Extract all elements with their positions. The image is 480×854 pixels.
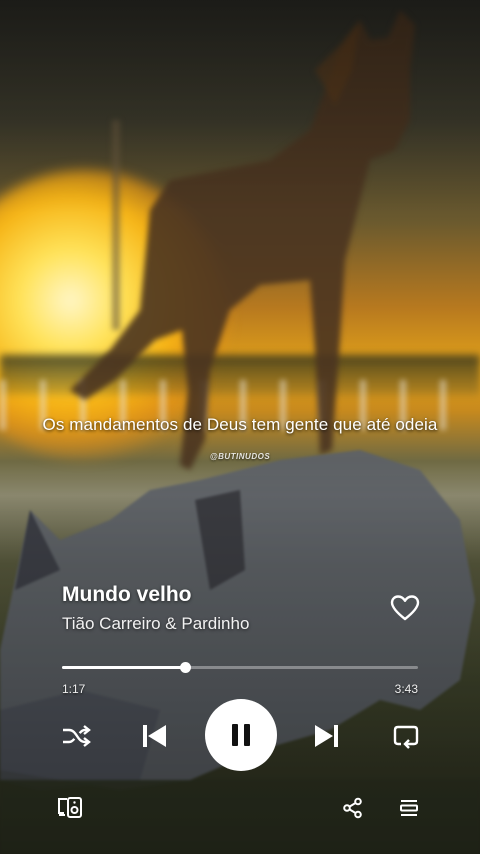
now-playing-screen: Os mandamentos de Deus tem gente que até… [0, 0, 480, 854]
track-artist[interactable]: Tião Carreiro & Pardinho [62, 614, 249, 634]
shuffle-button[interactable] [58, 720, 94, 752]
elapsed-time: 1:17 [62, 682, 86, 696]
heart-icon [390, 595, 420, 621]
watermark: @BUTINUDOS [209, 452, 271, 461]
repeat-icon [393, 725, 419, 749]
connect-device-icon [58, 797, 82, 818]
progress-bar[interactable] [62, 662, 418, 673]
skip-next-icon [315, 725, 338, 747]
shuffle-icon [63, 725, 91, 747]
share-button[interactable] [340, 795, 366, 821]
lyric-line: Os mandamentos de Deus tem gente que até… [42, 415, 438, 434]
total-time: 3:43 [394, 682, 418, 696]
share-icon [343, 797, 362, 819]
next-button[interactable] [310, 718, 344, 754]
progress-played [62, 666, 185, 669]
progress-thumb[interactable] [179, 662, 191, 673]
connect-device-button[interactable] [56, 794, 84, 820]
queue-icon [400, 800, 418, 816]
skip-previous-icon [143, 725, 166, 747]
track-title[interactable]: Mundo velho [62, 583, 192, 607]
repeat-button[interactable] [389, 719, 423, 753]
like-button[interactable] [390, 594, 420, 622]
pause-icon [232, 724, 250, 746]
previous-button[interactable] [137, 718, 171, 754]
play-pause-button[interactable] [205, 699, 277, 771]
queue-button[interactable] [396, 795, 422, 821]
